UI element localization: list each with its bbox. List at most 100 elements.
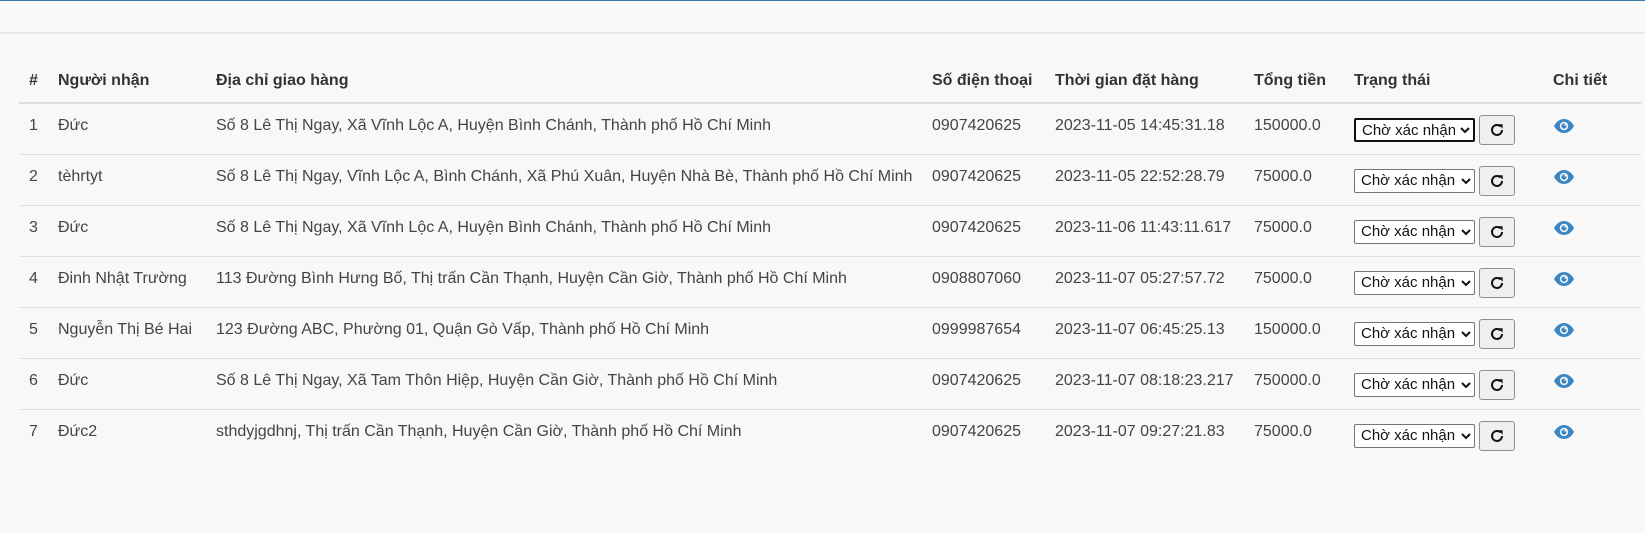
cell-status: Chờ xác nhận (1344, 358, 1543, 410)
cell-order-time: 2023-11-07 08:18:23.217 (1045, 358, 1244, 410)
cell-recipient: Đức (48, 103, 206, 155)
status-select[interactable]: Chờ xác nhận (1354, 219, 1475, 244)
refresh-button[interactable] (1479, 267, 1515, 298)
cell-index: 1 (19, 103, 48, 155)
cell-detail (1543, 103, 1641, 155)
header-detail: Chi tiết (1543, 60, 1641, 104)
cell-phone: 0999987654 (922, 307, 1045, 359)
refresh-button[interactable] (1479, 216, 1515, 247)
status-controls: Chờ xác nhận (1354, 216, 1543, 247)
cell-phone: 0907420625 (922, 205, 1045, 257)
cell-order-time: 2023-11-05 22:52:28.79 (1045, 154, 1244, 206)
cell-recipient: Nguyễn Thị Bé Hai (48, 307, 206, 359)
cell-index: 5 (19, 307, 48, 359)
orders-table: # Người nhận Địa chỉ giao hàng Số điện t… (19, 60, 1641, 460)
status-controls: Chờ xác nhận (1354, 318, 1543, 349)
cell-order-time: 2023-11-06 11:43:11.617 (1045, 205, 1244, 257)
cell-phone: 0907420625 (922, 103, 1045, 155)
eye-icon[interactable] (1553, 271, 1575, 287)
cell-total: 150000.0 (1244, 103, 1344, 155)
cell-order-time: 2023-11-07 05:27:57.72 (1045, 256, 1244, 308)
top-bar (0, 1, 1645, 33)
cell-address: Số 8 Lê Thị Ngay, Xã Vĩnh Lộc A, Huyện B… (206, 103, 922, 155)
status-select[interactable]: Chờ xác nhận (1354, 168, 1475, 193)
cell-total: 750000.0 (1244, 358, 1344, 410)
status-select[interactable]: Chờ xác nhận (1354, 372, 1475, 397)
status-controls: Chờ xác nhận (1354, 267, 1543, 298)
table-row: 1 Đức Số 8 Lê Thị Ngay, Xã Vĩnh Lộc A, H… (19, 103, 1641, 155)
cell-status: Chờ xác nhận (1344, 307, 1543, 359)
cell-recipient: Đức (48, 358, 206, 410)
cell-address: Số 8 Lê Thị Ngay, Xã Vĩnh Lộc A, Huyện B… (206, 205, 922, 257)
refresh-button[interactable] (1479, 420, 1515, 451)
cell-address: sthdyjgdhnj, Thị trấn Cần Thạnh, Huyện C… (216, 422, 742, 440)
eye-icon[interactable] (1553, 373, 1575, 389)
cell-recipient: tèhrtyt (48, 154, 206, 206)
cell-index: 4 (19, 256, 48, 308)
cell-status: Chờ xác nhận (1344, 154, 1543, 206)
eye-icon[interactable] (1553, 322, 1575, 338)
cell-order-time: 2023-11-07 09:27:21.83 (1055, 422, 1225, 440)
cell-total: 75000.0 (1244, 256, 1344, 308)
cell-recipient: Đinh Nhật Trường (48, 256, 206, 308)
table-row: 7 Đức2 sthdyjgdhnj, Thị trấn Cần Thạnh, … (19, 409, 1641, 460)
table-row: 5 Nguyễn Thị Bé Hai 123 Đường ABC, Phườn… (19, 307, 1641, 359)
cell-phone: 0907420625 (922, 154, 1045, 206)
header-index: # (19, 60, 48, 104)
status-controls: Chờ xác nhận (1354, 165, 1543, 196)
header-order-time: Thời gian đặt hàng (1045, 60, 1244, 104)
cell-address: Số 8 Lê Thị Ngay, Xã Tam Thôn Hiệp, Huyệ… (206, 358, 922, 410)
header-phone: Số điện thoại (922, 60, 1045, 104)
cell-index: 6 (19, 358, 48, 410)
eye-icon[interactable] (1553, 424, 1575, 440)
refresh-icon (1491, 378, 1503, 391)
cell-detail (1543, 205, 1641, 257)
cell-status: Chờ xác nhận (1344, 409, 1543, 460)
eye-icon[interactable] (1553, 169, 1575, 185)
refresh-button[interactable] (1479, 318, 1515, 349)
cell-status: Chờ xác nhận (1344, 205, 1543, 257)
cell-index: 7 (29, 422, 38, 440)
cell-address: Số 8 Lê Thị Ngay, Vĩnh Lộc A, Bình Chánh… (206, 154, 922, 206)
cell-total: 75000.0 (1254, 422, 1312, 440)
table-row: 6 Đức Số 8 Lê Thị Ngay, Xã Tam Thôn Hiệp… (19, 358, 1641, 410)
status-controls: Chờ xác nhận (1354, 115, 1543, 145)
header-address: Địa chỉ giao hàng (206, 60, 922, 104)
cell-detail (1543, 409, 1641, 460)
table-row: 4 Đinh Nhật Trường 113 Đường Bình Hưng B… (19, 256, 1641, 308)
cell-detail (1543, 154, 1641, 206)
cell-phone: 0907420625 (922, 358, 1045, 410)
status-select[interactable]: Chờ xác nhận (1354, 270, 1475, 295)
cell-total: 150000.0 (1244, 307, 1344, 359)
refresh-button[interactable] (1479, 115, 1515, 145)
cell-phone: 0907420625 (932, 422, 1021, 440)
header-status: Trạng thái (1344, 60, 1543, 104)
cell-status: Chờ xác nhận (1344, 256, 1543, 308)
status-controls: Chờ xác nhận (1354, 420, 1543, 451)
status-controls: Chờ xác nhận (1354, 369, 1543, 400)
status-select[interactable]: Chờ xác nhận (1354, 423, 1475, 448)
cell-recipient: Đức2 (58, 422, 98, 440)
refresh-button[interactable] (1479, 369, 1515, 400)
cell-order-time: 2023-11-05 14:45:31.18 (1045, 103, 1244, 155)
cell-address: 123 Đường ABC, Phường 01, Quận Gò Vấp, T… (206, 307, 922, 359)
refresh-icon (1491, 276, 1503, 289)
cell-phone: 0908807060 (922, 256, 1045, 308)
cell-detail (1543, 358, 1641, 410)
cell-order-time: 2023-11-07 06:45:25.13 (1045, 307, 1244, 359)
cell-total: 75000.0 (1244, 154, 1344, 206)
eye-icon[interactable] (1553, 220, 1575, 236)
refresh-icon (1491, 327, 1503, 340)
cell-recipient: Đức (48, 205, 206, 257)
cell-index: 2 (19, 154, 48, 206)
cell-index: 3 (19, 205, 48, 257)
eye-icon[interactable] (1553, 118, 1575, 134)
cell-detail (1543, 307, 1641, 359)
cell-detail (1543, 256, 1641, 308)
status-select[interactable]: Chờ xác nhận (1354, 118, 1475, 142)
table-body: 1 Đức Số 8 Lê Thị Ngay, Xã Vĩnh Lộc A, H… (19, 103, 1641, 460)
refresh-button[interactable] (1479, 165, 1515, 196)
table-header-row: # Người nhận Địa chỉ giao hàng Số điện t… (19, 60, 1641, 104)
refresh-icon (1491, 429, 1503, 442)
status-select[interactable]: Chờ xác nhận (1354, 321, 1475, 346)
